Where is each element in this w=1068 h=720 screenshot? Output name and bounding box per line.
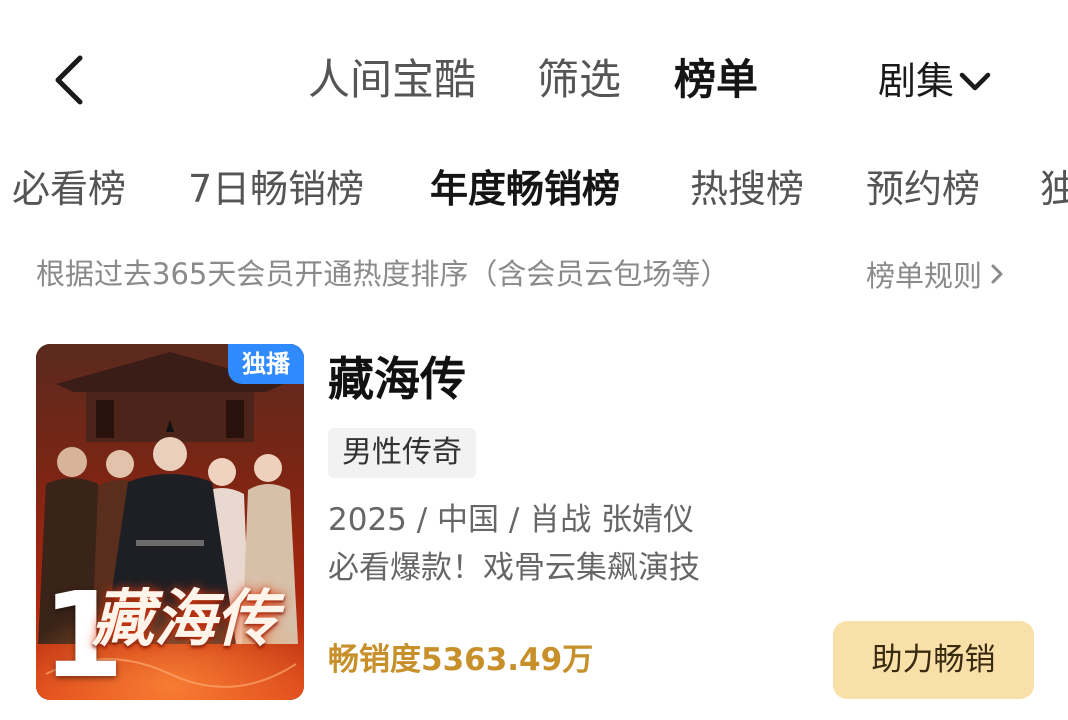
tab-hot-search[interactable]: 热搜榜 bbox=[690, 158, 804, 220]
tab-7day-bestseller[interactable]: 7日畅销榜 bbox=[188, 158, 364, 220]
chevron-down-icon bbox=[959, 72, 991, 91]
ranking-rules-link[interactable]: 榜单规则 bbox=[866, 252, 1006, 296]
chevron-right-icon bbox=[991, 264, 1003, 284]
tab-must-watch[interactable]: 必看榜 bbox=[12, 158, 126, 220]
ranking-rules-label: 榜单规则 bbox=[866, 259, 983, 293]
ranking-page: 人间宝酷 筛选 榜单 剧集 必看榜 7日畅销榜 年度畅销榜 热搜榜 预约榜 独 … bbox=[0, 0, 1068, 720]
show-poster[interactable]: 独播 1 藏海传 bbox=[36, 344, 304, 700]
tab-treasure[interactable]: 人间宝酷 bbox=[308, 50, 476, 110]
ranking-rule-description: 根据过去365天会员开通热度排序（含会员云包场等） bbox=[36, 257, 730, 291]
tab-filter[interactable]: 筛选 bbox=[537, 50, 621, 110]
tab-rankings[interactable]: 榜单 bbox=[674, 50, 758, 110]
category-dropdown[interactable]: 剧集 bbox=[878, 52, 992, 110]
sales-score: 畅销度5363.49万 bbox=[328, 642, 594, 678]
poster-title-calligraphy: 藏海传 bbox=[92, 582, 279, 655]
tab-annual-bestseller[interactable]: 年度畅销榜 bbox=[430, 158, 620, 220]
ranking-tab-bar: 必看榜 7日畅销榜 年度畅销榜 热搜榜 预约榜 独 bbox=[0, 158, 1068, 220]
genre-tag: 男性传奇 bbox=[328, 428, 476, 478]
back-button[interactable] bbox=[46, 52, 94, 108]
show-title[interactable]: 藏海传 bbox=[328, 348, 466, 410]
tab-reservation[interactable]: 预约榜 bbox=[866, 158, 980, 220]
category-label: 剧集 bbox=[878, 59, 955, 103]
boost-sales-button[interactable]: 助力畅销 bbox=[833, 621, 1034, 699]
chevron-left-icon bbox=[55, 55, 83, 105]
exclusive-badge: 独播 bbox=[228, 344, 304, 384]
show-meta: 2025 / 中国 / 肖战 张婧仪 bbox=[328, 502, 695, 538]
tab-exclusive[interactable]: 独 bbox=[1040, 158, 1068, 220]
show-slogan: 必看爆款！戏骨云集飙演技 bbox=[328, 550, 700, 586]
